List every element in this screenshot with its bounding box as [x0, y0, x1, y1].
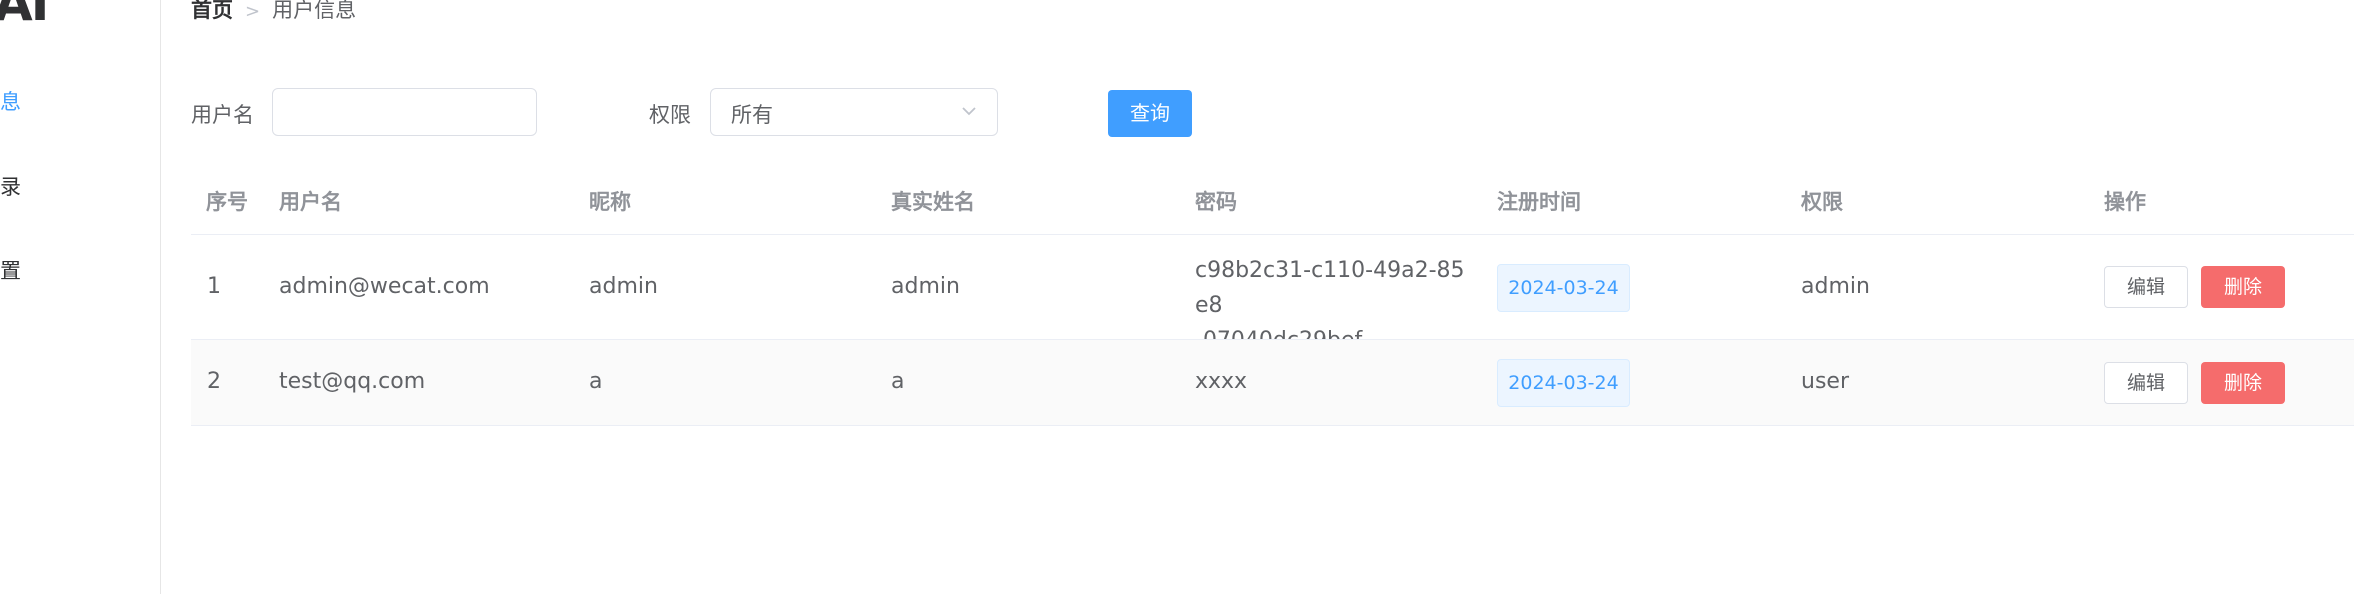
app-logo: AI [0, 0, 49, 32]
sidebar-item-log[interactable]: 录 [0, 171, 21, 201]
username-filter-label: 用户名 [191, 103, 254, 127]
breadcrumb-separator: > [245, 1, 261, 22]
edit-button[interactable]: 编辑 [2104, 362, 2188, 404]
table-row-highlight [191, 340, 2354, 425]
chevron-down-icon [959, 101, 979, 125]
breadcrumb: 首页 > 用户信息 [191, 0, 356, 24]
row-real-name: a [891, 369, 905, 394]
sidebar-item-settings[interactable]: 置 [0, 255, 21, 285]
column-header-username: 用户名 [279, 190, 342, 214]
column-header-nickname: 昵称 [589, 190, 631, 214]
permission-select-value: 所有 [731, 103, 773, 127]
table-divider [191, 425, 2354, 426]
permission-filter-label: 权限 [649, 103, 691, 127]
column-header-real-name: 真实姓名 [891, 190, 975, 214]
row-nickname: admin [589, 274, 658, 299]
row-register-date-tag: 2024-03-24 [1497, 359, 1630, 407]
sidebar: AI 息 录 置 [0, 0, 161, 594]
column-header-permission: 权限 [1801, 190, 1843, 214]
username-input[interactable] [272, 88, 537, 136]
delete-button[interactable]: 删除 [2201, 362, 2285, 404]
row-nickname: a [589, 369, 603, 394]
row-index: 2 [207, 369, 221, 394]
row-real-name: admin [891, 274, 960, 299]
row-password-line: c98b2c31-c110-49a2-85e8 [1195, 258, 1465, 318]
row-username: admin@wecat.com [279, 274, 490, 299]
row-username: test@qq.com [279, 369, 426, 394]
query-button[interactable]: 查询 [1108, 90, 1192, 137]
column-header-actions: 操作 [2104, 190, 2146, 214]
row-permission: user [1801, 369, 1849, 394]
breadcrumb-current: 用户信息 [272, 0, 357, 22]
row-index: 1 [207, 274, 221, 299]
edit-button[interactable]: 编辑 [2104, 266, 2188, 308]
permission-select[interactable]: 所有 [710, 88, 998, 136]
column-header-password: 密码 [1195, 190, 1237, 214]
column-header-index: 序号 [206, 190, 248, 214]
row-password: xxxx [1195, 369, 1248, 394]
sidebar-item-user-info[interactable]: 息 [0, 86, 21, 116]
table-divider [191, 234, 2354, 235]
column-header-register-time: 注册时间 [1497, 190, 1581, 214]
delete-button[interactable]: 删除 [2201, 266, 2285, 308]
row-permission: admin [1801, 274, 1870, 299]
row-register-date-tag: 2024-03-24 [1497, 264, 1630, 312]
breadcrumb-home[interactable]: 首页 [191, 0, 233, 22]
